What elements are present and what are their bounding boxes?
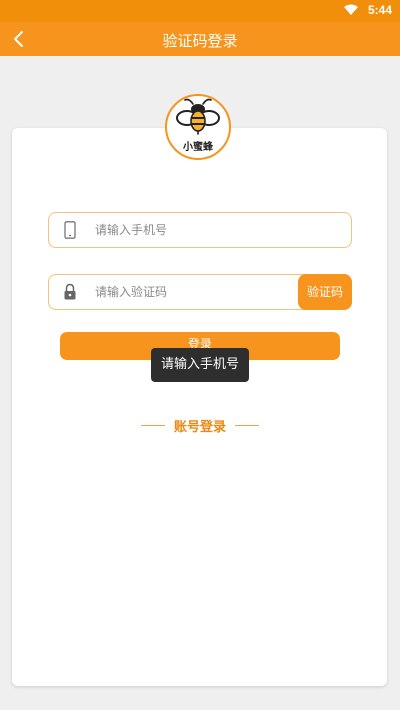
wifi-icon: [344, 4, 358, 15]
phone-input[interactable]: [95, 219, 285, 241]
title-bar: 验证码登录: [0, 22, 400, 56]
status-time: 5:44: [367, 3, 392, 17]
page-title: 验证码登录: [162, 32, 238, 50]
lock-icon: [64, 283, 76, 300]
toast-message: 请输入手机号: [151, 348, 249, 382]
phone-input-row: [48, 212, 352, 248]
code-input-row: 验证码: [48, 274, 352, 310]
phone-icon: [64, 221, 76, 239]
logo-text: 小蜜蜂: [183, 142, 213, 153]
account-login-label: 账号登录: [173, 419, 226, 435]
left-divider: [140, 424, 165, 426]
app-logo: 小蜜蜂: [165, 94, 231, 160]
right-divider: [235, 424, 259, 426]
code-input[interactable]: [95, 281, 285, 303]
send-code-button[interactable]: 验证码: [298, 274, 352, 310]
status-bar: 5:44: [0, 0, 400, 22]
account-login-link[interactable]: 账号登录: [140, 416, 260, 435]
